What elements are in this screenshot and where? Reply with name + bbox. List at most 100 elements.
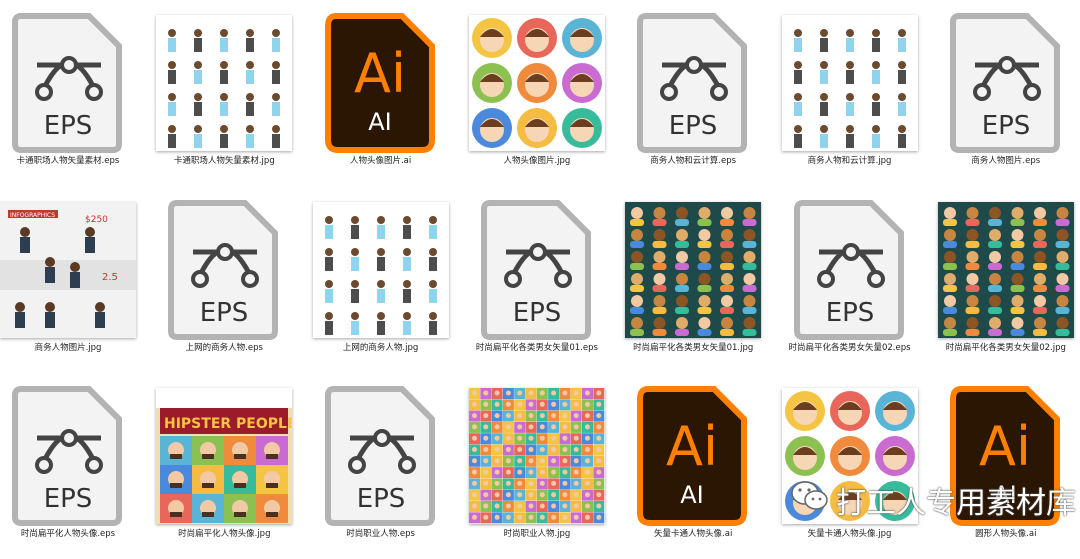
file-thumbnail[interactable]	[311, 199, 451, 341]
file-item[interactable]: EPS 上网的商务人物.eps	[146, 187, 302, 373]
file-item[interactable]: EPS 商务人物图片.eps	[928, 0, 1080, 186]
file-thumbnail[interactable]: EPS	[467, 199, 607, 341]
watermark-text: 打工人专用素材库	[836, 486, 1076, 521]
file-name[interactable]: 时尚扁平化各类男女矢量01.jpg	[615, 341, 771, 353]
file-item[interactable]: 时尚扁平化各类男女矢量01.jpg	[615, 187, 771, 373]
eps-file-icon: EPS	[12, 13, 122, 153]
file-thumbnail[interactable]	[780, 12, 920, 154]
watermark: 打工人专用素材库	[790, 478, 1076, 522]
svg-text:EPS: EPS	[44, 111, 93, 141]
file-name[interactable]: 上网的商务人物.eps	[146, 341, 302, 353]
file-name[interactable]: 商务人物图片.jpg	[0, 341, 146, 353]
svg-text:Ai: Ai	[354, 42, 406, 105]
file-name[interactable]: 人物头像图片.jpg	[459, 154, 615, 166]
file-name[interactable]: 时尚职业人物.eps	[303, 527, 459, 539]
file-name[interactable]: 时尚扁平化人物头像.eps	[0, 527, 146, 539]
wechat-icon	[790, 479, 830, 521]
ai-file-icon: Ai AI	[324, 13, 435, 153]
file-item[interactable]: EPS 商务人物和云计算.eps	[615, 0, 771, 186]
file-name[interactable]: 人物头像图片.ai	[303, 154, 459, 166]
svg-text:EPS: EPS	[669, 111, 718, 141]
file-item[interactable]: 商务人物和云计算.jpg	[772, 0, 928, 186]
image-thumbnail	[312, 201, 449, 338]
image-thumbnail: INFOGRAPHICS $250 2.5	[0, 201, 136, 338]
file-item[interactable]: EPS 卡通职场人物矢量素材.eps	[0, 0, 146, 186]
file-thumbnail[interactable]: EPS	[780, 199, 920, 341]
svg-text:EPS: EPS	[513, 298, 562, 328]
file-name[interactable]: 商务人物和云计算.jpg	[772, 154, 928, 166]
svg-text:INFOGRAPHICS: INFOGRAPHICS	[10, 212, 55, 219]
file-thumbnail[interactable]: EPS	[311, 385, 451, 527]
file-item[interactable]: 时尚职业人物.jpg	[459, 373, 615, 559]
svg-text:2.5: 2.5	[102, 272, 118, 283]
svg-text:EPS: EPS	[200, 298, 249, 328]
file-grid: EPS 卡通职场人物矢量素材.eps 卡通职场人物矢量素材.jpg Ai AI 人物头像图…	[0, 0, 1080, 552]
file-item[interactable]: 上网的商务人物.jpg	[303, 187, 459, 373]
eps-file-icon: EPS	[324, 386, 435, 526]
file-thumbnail[interactable]: Ai AI	[311, 12, 451, 154]
svg-text:EPS: EPS	[44, 484, 93, 514]
file-thumbnail[interactable]	[154, 12, 294, 154]
file-thumbnail[interactable]: EPS	[0, 12, 138, 154]
svg-text:$250: $250	[85, 215, 108, 225]
file-name[interactable]: 时尚扁平化各类男女矢量01.eps	[459, 341, 615, 353]
file-name[interactable]: 时尚扁平化各类男女矢量02.jpg	[928, 341, 1080, 353]
file-item[interactable]: 卡通职场人物矢量素材.jpg	[146, 0, 302, 186]
file-thumbnail[interactable]	[623, 199, 763, 341]
file-name[interactable]: 卡通职场人物矢量素材.eps	[0, 154, 146, 166]
file-item[interactable]: EPS 时尚职业人物.eps	[303, 373, 459, 559]
eps-file-icon: EPS	[949, 13, 1060, 153]
file-thumbnail[interactable]: EPS	[154, 199, 294, 341]
file-item[interactable]: HIPSTER PEOPLE 时尚扁平化人物头像.jpg	[146, 373, 302, 559]
eps-file-icon: EPS	[637, 13, 748, 153]
image-thumbnail	[468, 15, 605, 151]
file-name[interactable]: 时尚职业人物.jpg	[459, 527, 615, 539]
svg-text:EPS: EPS	[981, 111, 1030, 141]
file-item[interactable]: 时尚扁平化各类男女矢量02.jpg	[928, 187, 1080, 373]
file-name[interactable]: 矢量卡通人物头像.ai	[615, 527, 771, 539]
svg-text:HIPSTER PEOPLE: HIPSTER PEOPLE	[164, 416, 292, 432]
file-item[interactable]: Ai AI 圆形人物头像.ai	[928, 373, 1080, 559]
file-name[interactable]: 时尚扁平化人物头像.jpg	[146, 527, 302, 539]
eps-file-icon: EPS	[168, 199, 279, 340]
image-thumbnail	[468, 388, 605, 524]
file-name[interactable]: 矢量卡通人物头像.jpg	[772, 527, 928, 539]
file-name[interactable]: 商务人物图片.eps	[928, 154, 1080, 166]
file-item[interactable]: Ai AI 矢量卡通人物头像.ai	[615, 373, 771, 559]
eps-file-icon: EPS	[12, 386, 122, 526]
image-thumbnail: HIPSTER PEOPLE	[156, 388, 293, 524]
file-thumbnail[interactable]: EPS	[0, 385, 138, 527]
file-item[interactable]: INFOGRAPHICS $250 2.5 商务人物图片.jpg	[0, 187, 146, 373]
svg-text:Ai: Ai	[979, 415, 1031, 478]
eps-file-icon: EPS	[480, 199, 591, 340]
image-thumbnail	[625, 201, 762, 338]
file-thumbnail[interactable]: HIPSTER PEOPLE	[154, 385, 294, 527]
file-item[interactable]: EPS 时尚扁平化人物头像.eps	[0, 373, 146, 559]
image-thumbnail	[781, 15, 918, 151]
file-thumbnail[interactable]: Ai AI	[623, 385, 763, 527]
svg-text:Ai: Ai	[666, 415, 718, 478]
file-item[interactable]: 人物头像图片.jpg	[459, 0, 615, 186]
file-thumbnail[interactable]	[936, 199, 1076, 341]
file-thumbnail[interactable]	[467, 12, 607, 154]
file-name[interactable]: 卡通职场人物矢量素材.jpg	[146, 154, 302, 166]
file-name[interactable]: 上网的商务人物.jpg	[303, 341, 459, 353]
svg-text:EPS: EPS	[825, 298, 874, 328]
file-thumbnail[interactable]: EPS	[936, 12, 1076, 154]
svg-text:EPS: EPS	[356, 484, 405, 514]
svg-text:AI: AI	[680, 481, 704, 509]
file-item[interactable]: EPS 时尚扁平化各类男女矢量01.eps	[459, 187, 615, 373]
eps-file-icon: EPS	[793, 199, 904, 340]
file-name[interactable]: 时尚扁平化各类男女矢量02.eps	[772, 341, 928, 353]
image-thumbnail	[937, 201, 1074, 338]
file-name[interactable]: 商务人物和云计算.eps	[615, 154, 771, 166]
file-item[interactable]: EPS 时尚扁平化各类男女矢量02.eps	[772, 187, 928, 373]
file-item[interactable]: Ai AI 人物头像图片.ai	[303, 0, 459, 186]
file-name[interactable]: 圆形人物头像.ai	[928, 527, 1080, 539]
ai-file-icon: Ai AI	[637, 386, 748, 526]
file-item[interactable]: 矢量卡通人物头像.jpg	[772, 373, 928, 559]
file-thumbnail[interactable]: INFOGRAPHICS $250 2.5	[0, 199, 138, 341]
file-thumbnail[interactable]: EPS	[623, 12, 763, 154]
image-thumbnail	[156, 15, 293, 151]
file-thumbnail[interactable]	[467, 385, 607, 527]
